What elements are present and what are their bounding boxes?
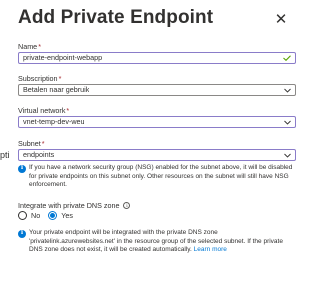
nsg-info-message: i If you have a network security group (… bbox=[18, 164, 296, 190]
dns-info-text: Your private endpoint will be integrated… bbox=[29, 229, 296, 255]
subscription-label-text: Subscription bbox=[18, 74, 58, 83]
radio-no-label: No bbox=[31, 211, 41, 220]
radio-circle-selected[interactable] bbox=[48, 211, 58, 220]
checkmark-icon bbox=[281, 53, 293, 63]
required-marker: * bbox=[58, 74, 62, 83]
info-icon: i bbox=[18, 229, 26, 238]
chevron-down-icon bbox=[281, 117, 293, 127]
radio-no[interactable]: No bbox=[18, 211, 40, 220]
chevron-down-icon bbox=[281, 85, 293, 95]
vnet-dropdown[interactable]: vnet-temp-dev-weu bbox=[18, 116, 296, 128]
vnet-label: Virtual network* bbox=[18, 106, 69, 115]
radio-yes[interactable]: Yes bbox=[48, 211, 73, 220]
chevron-down-icon bbox=[281, 150, 293, 160]
radio-yes-label: Yes bbox=[61, 211, 73, 220]
subnet-dropdown-value: endpoints bbox=[23, 150, 55, 159]
vnet-label-text: Virtual network bbox=[18, 106, 66, 115]
radio-dot bbox=[50, 213, 56, 218]
panel-header: Add Private Endpoint ✕ bbox=[18, 3, 290, 33]
subscription-dropdown-value: Betalen naar gebruik bbox=[23, 85, 90, 94]
add-private-endpoint-panel: pti Add Private Endpoint ✕ Name* private… bbox=[0, 0, 300, 291]
info-icon: i bbox=[18, 164, 26, 173]
learn-more-link[interactable]: Learn more bbox=[194, 246, 227, 253]
name-label: Name* bbox=[18, 42, 41, 51]
radio-circle[interactable] bbox=[18, 211, 27, 220]
required-marker: * bbox=[66, 106, 70, 115]
required-marker: * bbox=[38, 42, 41, 51]
subnet-dropdown[interactable]: endpoints bbox=[18, 149, 296, 161]
vnet-dropdown-value: vnet-temp-dev-weu bbox=[23, 117, 85, 126]
subscription-dropdown[interactable]: Betalen naar gebruik bbox=[18, 84, 296, 96]
background-partial-text: pti bbox=[0, 150, 10, 160]
subscription-label: Subscription* bbox=[18, 74, 61, 83]
info-tooltip-icon[interactable]: i bbox=[123, 202, 131, 209]
dns-zone-radio-group: No Yes bbox=[18, 211, 81, 220]
close-icon[interactable]: ✕ bbox=[272, 10, 290, 28]
dns-zone-label: Integrate with private DNS zone i bbox=[18, 201, 131, 210]
subnet-label-text: Subnet bbox=[18, 139, 41, 148]
nsg-info-text: If you have a network security group (NS… bbox=[29, 164, 293, 189]
dns-zone-label-text: Integrate with private DNS zone bbox=[18, 201, 120, 210]
name-field[interactable]: private-endpoint-webapp bbox=[18, 52, 296, 64]
dns-info-body: Your private endpoint will be integrated… bbox=[29, 229, 283, 254]
required-marker: * bbox=[41, 139, 45, 148]
subnet-label: Subnet* bbox=[18, 139, 45, 148]
page-title: Add Private Endpoint bbox=[18, 7, 214, 28]
name-label-text: Name bbox=[18, 42, 38, 51]
dns-info-message: i Your private endpoint will be integrat… bbox=[18, 229, 296, 255]
name-field-value: private-endpoint-webapp bbox=[23, 53, 103, 62]
